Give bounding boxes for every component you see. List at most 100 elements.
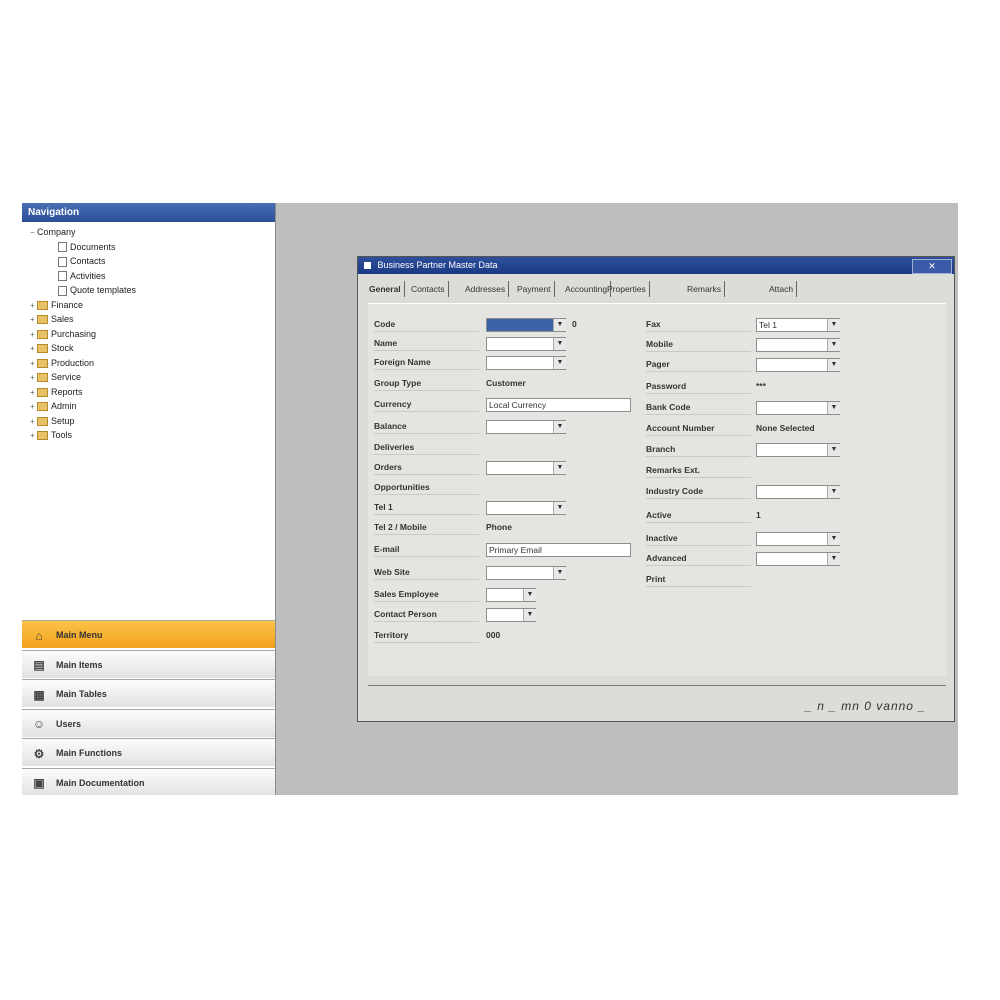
divider bbox=[368, 685, 946, 686]
tree-item[interactable]: − Company bbox=[30, 225, 76, 239]
tree-item[interactable]: + Admin bbox=[30, 399, 77, 413]
document-icon bbox=[58, 256, 67, 267]
tree-item-label: Contacts bbox=[70, 256, 106, 266]
nav-button[interactable]: ☺ Users bbox=[22, 708, 275, 737]
text-input[interactable]: Primary Email bbox=[486, 543, 631, 557]
tree-item[interactable]: Quote templates bbox=[58, 283, 136, 297]
expand-icon[interactable]: + bbox=[30, 415, 37, 429]
tree-item[interactable]: + Reports bbox=[30, 385, 83, 399]
expand-icon[interactable]: + bbox=[30, 371, 37, 385]
dropdown-arrow-icon[interactable]: ▼ bbox=[553, 502, 566, 514]
tab[interactable]: General bbox=[366, 281, 405, 297]
home-icon: ⌂ bbox=[35, 628, 43, 643]
nav-button[interactable]: ▤ Main Items bbox=[22, 649, 275, 678]
dialog-title-bar: Business Partner Master Data bbox=[358, 257, 954, 274]
tab[interactable]: Payment bbox=[514, 281, 555, 297]
tree-item[interactable]: + Setup bbox=[30, 414, 75, 428]
dropdown-arrow-icon[interactable]: ▼ bbox=[827, 319, 840, 331]
dropdown-arrow-icon[interactable]: ▼ bbox=[827, 359, 840, 371]
folder-icon bbox=[37, 431, 48, 441]
field-label: Orders bbox=[374, 461, 479, 475]
tree-item-label: Production bbox=[51, 357, 95, 368]
dropdown-arrow-icon[interactable]: ▼ bbox=[523, 609, 536, 621]
expand-icon[interactable]: + bbox=[30, 328, 37, 342]
dropdown-arrow-icon[interactable]: ▼ bbox=[827, 402, 840, 414]
nav-button[interactable]: ▦ Main Tables bbox=[22, 679, 275, 707]
text-input[interactable]: Local Currency bbox=[486, 398, 631, 412]
field-label: Tel 2 / Mobile bbox=[374, 521, 479, 535]
dropdown-arrow-icon[interactable]: ▼ bbox=[827, 444, 840, 456]
expand-icon[interactable]: + bbox=[30, 429, 37, 443]
expand-icon[interactable]: + bbox=[30, 400, 37, 414]
dropdown-arrow-icon[interactable]: ▼ bbox=[553, 421, 566, 433]
expand-icon[interactable]: + bbox=[30, 313, 37, 327]
field-label: Foreign Name bbox=[374, 356, 479, 370]
table-icon: ▦ bbox=[33, 687, 45, 702]
expand-icon[interactable]: + bbox=[30, 357, 37, 371]
dropdown-arrow-icon[interactable]: ▼ bbox=[523, 589, 536, 601]
tab[interactable]: Attach bbox=[766, 281, 798, 297]
tree-item[interactable]: + Tools bbox=[30, 428, 72, 442]
dropdown-arrow-icon[interactable]: ▼ bbox=[827, 486, 840, 498]
tree-item[interactable]: + Sales bbox=[30, 312, 74, 326]
user-icon: ☺ bbox=[32, 717, 46, 732]
folder-icon bbox=[37, 358, 48, 368]
tab[interactable]: Addresses bbox=[462, 281, 510, 297]
tab[interactable]: Properties bbox=[604, 281, 650, 297]
nav-button[interactable]: ▣ Main Documentation bbox=[22, 767, 275, 795]
document-icon bbox=[58, 242, 67, 253]
field-label: Group Type bbox=[374, 377, 479, 391]
field-label: Fax bbox=[646, 318, 751, 332]
field-label: Sales Employee bbox=[374, 588, 479, 602]
dropdown-arrow-icon[interactable]: ▼ bbox=[553, 462, 566, 474]
field-label: E-mail bbox=[374, 543, 479, 557]
folder-icon bbox=[37, 344, 48, 354]
tree-item[interactable]: + Stock bbox=[30, 341, 74, 355]
tab[interactable]: Remarks bbox=[684, 281, 726, 297]
tree-item[interactable]: Documents bbox=[58, 240, 116, 254]
dialog-tabs: General Contacts Addresses Payment Accountin… bbox=[366, 281, 948, 299]
expand-icon[interactable]: + bbox=[30, 342, 37, 356]
dropdown-arrow-icon[interactable]: ▼ bbox=[827, 339, 840, 351]
dropdown-arrow-icon[interactable]: ▼ bbox=[553, 567, 566, 579]
field-label: Code bbox=[374, 318, 479, 332]
folder-icon bbox=[37, 329, 48, 339]
dropdown-arrow-icon[interactable]: ▼ bbox=[827, 553, 840, 565]
field-label: Account Number bbox=[646, 422, 751, 436]
tree-item-label: Quote templates bbox=[70, 285, 137, 295]
folder-icon bbox=[37, 387, 48, 397]
nav-button[interactable]: ⚙ Main Functions bbox=[22, 738, 275, 766]
tree-item-label: Finance bbox=[51, 299, 84, 310]
field-label: Inactive bbox=[646, 532, 751, 546]
navigation-pane: Navigation − Company Documents Contacts Acti… bbox=[22, 203, 276, 795]
nav-button[interactable]: ⌂ Main Menu bbox=[22, 620, 275, 648]
expand-icon[interactable]: − bbox=[30, 226, 37, 240]
field-label: Territory bbox=[374, 629, 479, 643]
tree-item[interactable]: + Purchasing bbox=[30, 327, 96, 341]
expand-icon[interactable]: + bbox=[30, 299, 37, 313]
nav-button-label: Users bbox=[56, 718, 82, 729]
dropdown-arrow-icon[interactable]: ▼ bbox=[827, 533, 840, 545]
tree-item[interactable]: Activities bbox=[58, 269, 106, 283]
tree-item[interactable]: + Production bbox=[30, 356, 94, 370]
tree-item[interactable]: + Finance bbox=[30, 298, 83, 312]
dropdown-arrow-icon[interactable]: ▼ bbox=[553, 319, 566, 331]
field-label: Advanced bbox=[646, 552, 751, 566]
tree-item[interactable]: + Service bbox=[30, 370, 81, 384]
nav-header: Navigation bbox=[22, 203, 275, 222]
field-value: Customer bbox=[486, 378, 526, 388]
field-value: *** bbox=[756, 381, 766, 391]
tree-item[interactable]: Contacts bbox=[58, 254, 106, 268]
tree-item-label: Documents bbox=[70, 241, 116, 252]
close-button[interactable]: ✕ bbox=[912, 259, 952, 274]
field-label: Bank Code bbox=[646, 401, 751, 415]
folder-icon bbox=[37, 402, 48, 412]
dropdown-arrow-icon[interactable]: ▼ bbox=[553, 357, 566, 369]
field-label: Print bbox=[646, 573, 751, 587]
dropdown-arrow-icon[interactable]: ▼ bbox=[553, 338, 566, 350]
folder-icon bbox=[37, 300, 48, 310]
nav-button-label: Main Documentation bbox=[56, 777, 145, 788]
tree-item-label: Stock bbox=[51, 343, 74, 353]
tab[interactable]: Contacts bbox=[408, 281, 449, 297]
expand-icon[interactable]: + bbox=[30, 386, 37, 400]
